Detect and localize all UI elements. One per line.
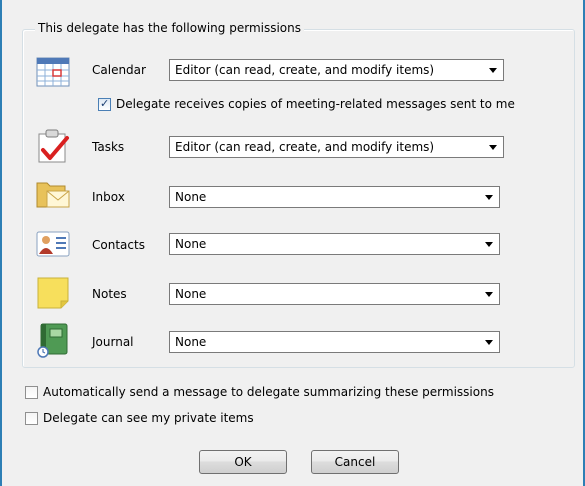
meeting-copies-checkbox[interactable]: ✓ [98,97,111,111]
contacts-permission-dropdown[interactable]: None [169,233,500,255]
notes-icon [35,275,71,311]
chevron-down-icon [489,68,497,73]
journal-label: Journal [92,335,134,349]
notes-label: Notes [92,287,127,301]
ok-button[interactable]: OK [199,450,287,474]
private-items-label: Delegate can see my private items [43,411,254,425]
auto-send-label: Automatically send a message to delegate… [43,385,494,399]
inbox-permission-dropdown[interactable]: None [169,186,500,208]
chevron-down-icon [489,145,497,150]
tasks-icon [35,128,71,164]
chevron-down-icon [485,195,493,200]
notes-permission-dropdown[interactable]: None [169,283,500,305]
chevron-down-icon [485,292,493,297]
tasks-permission-value: Editor (can read, create, and modify ite… [175,140,435,154]
tasks-label: Tasks [92,140,125,154]
journal-icon [35,323,71,359]
permissions-dialog: This delegate has the following permissi… [0,0,585,486]
calendar-label: Calendar [92,63,146,77]
meeting-copies-label: Delegate receives copies of meeting-rela… [116,97,515,111]
cancel-button[interactable]: Cancel [311,450,399,474]
chevron-down-icon [485,242,493,247]
cancel-button-label: Cancel [334,455,376,469]
journal-permission-dropdown[interactable]: None [169,331,500,353]
contacts-label: Contacts [92,238,145,252]
calendar-permission-value: Editor (can read, create, and modify ite… [175,63,435,77]
notes-permission-value: None [175,287,207,301]
auto-send-checkbox[interactable] [25,386,38,399]
checkmark-icon: ✓ [100,97,110,110]
ok-button-label: OK [234,455,252,469]
inbox-permission-value: None [175,190,207,204]
private-items-checkbox[interactable] [25,412,38,425]
contacts-icon [35,226,71,262]
contacts-permission-value: None [175,237,207,251]
chevron-down-icon [485,340,493,345]
inbox-label: Inbox [92,190,125,204]
group-title: This delegate has the following permissi… [35,21,305,35]
calendar-permission-dropdown[interactable]: Editor (can read, create, and modify ite… [169,59,504,81]
journal-permission-value: None [175,335,207,349]
calendar-icon [35,54,71,90]
tasks-permission-dropdown[interactable]: Editor (can read, create, and modify ite… [169,136,504,158]
inbox-icon [35,175,71,211]
